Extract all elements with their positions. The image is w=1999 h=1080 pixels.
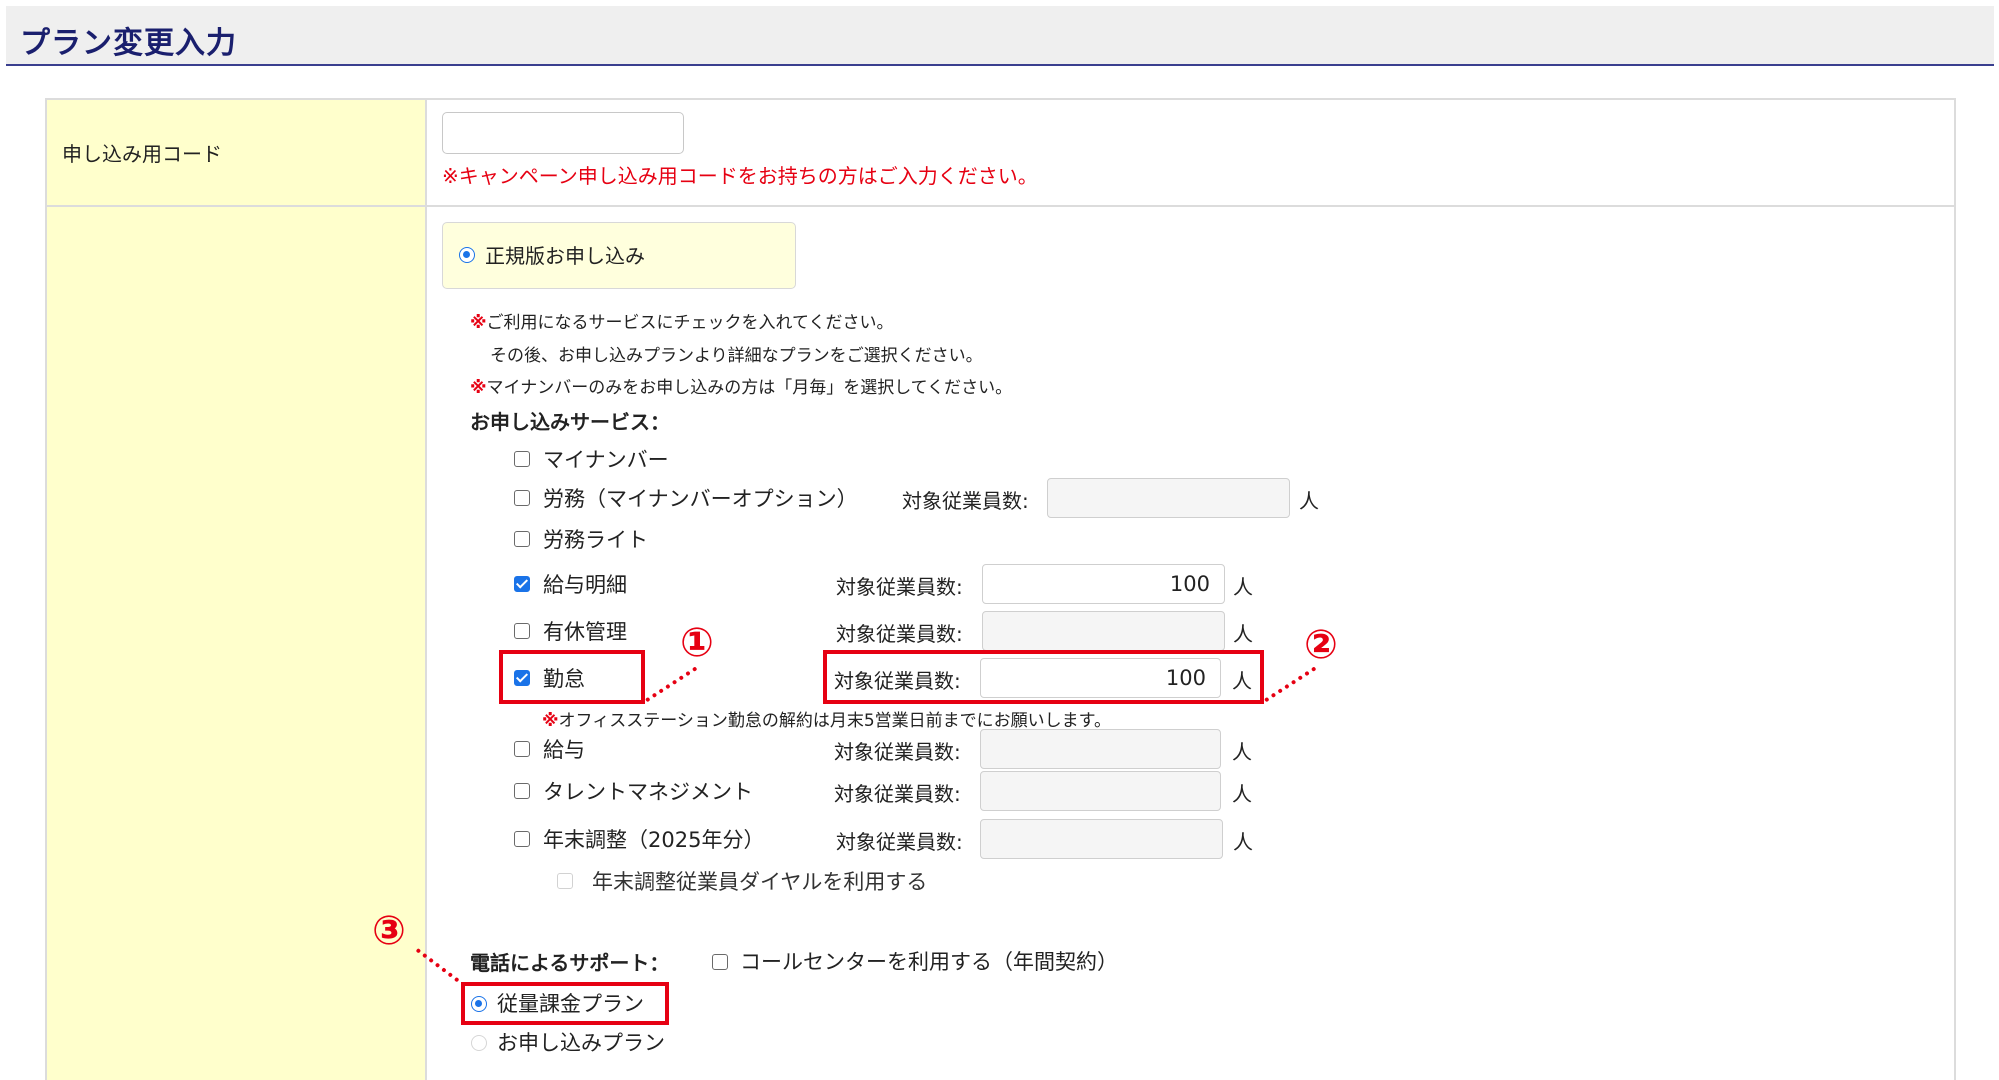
service-talent-label: タレントマネジメント [543,780,753,804]
employee-unit: 人 [1233,622,1253,646]
employee-count-label: 対象従業員数: [836,830,963,854]
service-salary-checkbox[interactable] [514,741,530,757]
salary-employee-count-input[interactable] [980,729,1221,769]
row-divider [47,205,1955,207]
service-roumu-label: 労務（マイナンバーオプション） [543,487,858,511]
talent-employee-count-input[interactable] [980,771,1221,811]
note-text: ご利用になるサービスにチェックを入れてください。 [486,313,894,333]
kintai-cancel-note: ※オフィスステーション勤怠の解約は月末5営業日前までにお願いします。 [542,706,1111,731]
plan-apply-radio[interactable] [471,1035,487,1051]
note-line-2: その後、お申し込みプランより詳細なプランをご選択ください。 [490,346,983,366]
plan-change-page: プラン変更入力 申し込み用コード ※キャンペーン申し込み用コードをお持ちの方はご… [0,0,1999,1080]
employee-unit: 人 [1299,489,1319,513]
yearend-employee-count-input[interactable] [980,819,1223,859]
service-payslip-checkbox[interactable] [514,576,530,592]
note-text: マイナンバーのみをお申し込みの方は「月毎」を選択してください。 [486,378,1013,398]
service-mynumber-checkbox[interactable] [514,451,530,467]
page-title: プラン変更入力 [20,26,237,61]
employee-unit: 人 [1233,575,1253,599]
paid-leave-employee-count-input[interactable] [982,611,1225,651]
employee-unit: 人 [1233,830,1253,854]
plan-type-radio[interactable] [459,247,475,263]
note-line-1: ※ご利用になるサービスにチェックを入れてください。 [470,308,894,333]
service-paid-leave-checkbox[interactable] [514,623,530,639]
service-payslip-label: 給与明細 [543,573,627,597]
service-salary-label: 給与 [543,738,585,762]
employee-count-label: 対象従業員数: [836,575,963,599]
annotation-number-3: ③ [372,908,406,954]
service-roumu-lite-label: 労務ライト [543,528,648,552]
roumu-employee-count-input[interactable] [1047,478,1290,518]
employee-count-label: 対象従業員数: [834,782,961,806]
yearend-dial-label: 年末調整従業員ダイヤルを利用する [592,870,928,894]
plan-type-label: 正規版お申し込み [485,244,645,268]
page-header: プラン変更入力 [6,6,1994,66]
employee-count-label: 対象従業員数: [836,622,963,646]
annotation-box-1 [499,650,645,704]
annotation-number-2: ② [1304,622,1338,668]
support-title: 電話によるサポート： [470,951,670,975]
plan-apply-label: お申し込みプラン [497,1031,665,1055]
note-line-3: ※マイナンバーのみをお申し込みの方は「月毎」を選択してください。 [470,373,1012,398]
note-mark: ※ [542,711,559,731]
payslip-employee-count-input[interactable]: 100 [982,564,1225,604]
call-center-checkbox[interactable] [712,954,728,970]
annotation-box-3 [461,982,669,1025]
call-center-label: コールセンターを利用する（年間契約） [740,950,1118,974]
annotation-number-1: ① [680,620,714,666]
code-row-label: 申し込み用コード [62,142,222,166]
employee-count-label: 対象従業員数: [834,740,961,764]
note-mark: ※ [470,378,487,398]
campaign-code-input[interactable] [442,112,684,154]
employee-unit: 人 [1232,740,1252,764]
employee-count-label: 対象従業員数: [902,489,1029,513]
employee-unit: 人 [1232,782,1252,806]
service-roumu-lite-checkbox[interactable] [514,531,530,547]
service-yearend-label: 年末調整（2025年分） [543,828,765,852]
service-mynumber-label: マイナンバー [543,448,669,472]
annotation-box-2 [823,650,1264,704]
label-column [47,100,427,1080]
service-talent-checkbox[interactable] [514,783,530,799]
service-paid-leave-label: 有休管理 [543,620,627,644]
service-roumu-checkbox[interactable] [514,490,530,506]
service-yearend-checkbox[interactable] [514,831,530,847]
campaign-code-note: ※キャンペーン申し込み用コードをお持ちの方はご入力ください。 [442,164,1038,188]
services-title: お申し込みサービス： [470,410,670,434]
yearend-dial-checkbox[interactable] [557,873,573,889]
note-mark: ※ [470,313,487,333]
note-text: オフィスステーション勤怠の解約は月末5営業日前までにお願いします。 [558,711,1111,731]
